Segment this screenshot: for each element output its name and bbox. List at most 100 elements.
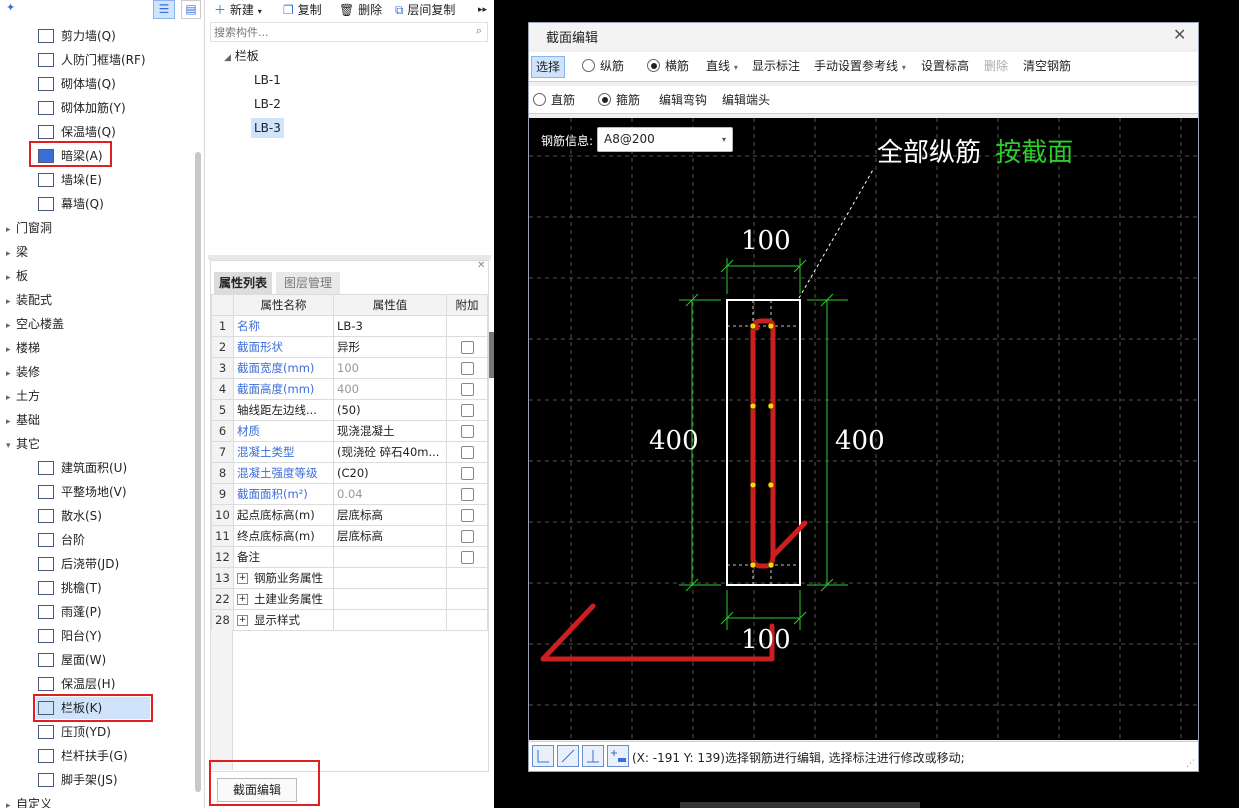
tree-category-beam[interactable]: ▸ 梁 <box>6 241 28 263</box>
tree-item-coping[interactable]: 压顶(YD) <box>38 721 111 743</box>
select-button[interactable]: 选择 <box>531 56 566 78</box>
attach-checkbox[interactable] <box>460 530 474 543</box>
edit-section-button[interactable]: 截面编辑 <box>217 778 297 802</box>
property-value-cell[interactable]: (C20) <box>333 462 447 484</box>
tree-item-masonry-wall[interactable]: 砌体墙(Q) <box>38 73 116 95</box>
property-value-cell[interactable]: 现浇混凝土 <box>333 420 447 442</box>
tree-category-slab[interactable]: ▸ 板 <box>6 265 28 287</box>
tree-category-custom[interactable]: ▸ 自定义 <box>6 793 52 808</box>
left-tree-scrollbar[interactable] <box>195 152 201 792</box>
table-row[interactable]: 12 备注 <box>211 546 488 568</box>
expand-plus-icon[interactable]: + <box>237 615 248 626</box>
copy-button[interactable]: ❐ 复制 <box>283 0 322 20</box>
component-item-selected[interactable]: LB-3 <box>251 118 284 138</box>
property-value-cell[interactable]: LB-3 <box>333 315 447 337</box>
table-row[interactable]: 6 材质 现浇混凝土 <box>211 420 488 442</box>
detail-view-icon[interactable]: ▤ <box>181 0 201 19</box>
attach-checkbox[interactable] <box>460 509 474 522</box>
radio-transverse[interactable]: 横筋 <box>647 55 689 77</box>
tree-item-shear-wall[interactable]: 剪力墙(Q) <box>38 25 116 47</box>
tree-item-scaffold[interactable]: 脚手架(JS) <box>38 769 118 791</box>
tree-category-decoration[interactable]: ▸ 装修 <box>6 361 40 383</box>
more-tools-icon[interactable]: ▸▸ <box>478 0 487 20</box>
attach-checkbox[interactable] <box>460 362 474 375</box>
property-value-cell[interactable]: (现浇砼 碎石40m... <box>333 441 447 463</box>
tree-item-steps[interactable]: 台阶 <box>38 529 85 551</box>
rebar-info-dropdown[interactable]: A8@200 ▾ <box>597 127 733 152</box>
close-icon[interactable]: ✕ <box>1173 25 1186 44</box>
tree-item-hidden-beam[interactable]: 暗梁(A) <box>38 145 103 167</box>
clear-rebar-button[interactable]: 清空钢筋 <box>1023 55 1071 77</box>
attach-checkbox[interactable] <box>460 383 474 396</box>
table-row[interactable]: 4 截面高度(mm) 400 <box>211 378 488 400</box>
edit-hook-button[interactable]: 编辑弯钩 <box>659 89 707 111</box>
delete-button[interactable]: 🗑 删除 <box>339 0 382 20</box>
attach-checkbox[interactable] <box>460 425 474 438</box>
tree-category-hollow-floor[interactable]: ▸ 空心楼盖 <box>6 313 64 335</box>
table-row[interactable]: 7 混凝土类型 (现浇砼 碎石40m... <box>211 441 488 463</box>
property-value-cell[interactable]: 层底标高 <box>333 525 447 547</box>
tree-item-masonry-rebar[interactable]: 砌体加筋(Y) <box>38 97 126 119</box>
table-row[interactable]: 8 混凝土强度等级 (C20) <box>211 462 488 484</box>
tree-item-apron[interactable]: 散水(S) <box>38 505 102 527</box>
tab-layer-management[interactable]: 图层管理 <box>276 272 340 294</box>
tree-item-building-area[interactable]: 建筑面积(U) <box>38 457 127 479</box>
tree-item-roof[interactable]: 屋面(W) <box>38 649 106 671</box>
search-icon[interactable]: ⌕ <box>476 24 482 38</box>
table-row[interactable]: 28 + 显示样式 <box>211 609 488 631</box>
show-dims-button[interactable]: 显示标注 <box>752 55 800 77</box>
table-row[interactable]: 11 终点底标高(m) 层底标高 <box>211 525 488 547</box>
section-drawing-canvas[interactable]: 钢筋信息: 全部纵筋 按截面 100 100 400 400 <box>529 118 1198 740</box>
radio-longitudinal[interactable]: 纵筋 <box>582 55 624 77</box>
table-row[interactable]: 2 截面形状 异形 <box>211 336 488 358</box>
component-item[interactable]: LB-1 <box>254 70 281 90</box>
tree-item-cornice[interactable]: 挑檐(T) <box>38 577 102 599</box>
tree-item-balcony[interactable]: 阳台(Y) <box>38 625 102 647</box>
list-view-icon[interactable]: ☰ <box>153 0 175 19</box>
tab-property-list[interactable]: 属性列表 <box>214 272 272 294</box>
tree-item-curtain-wall[interactable]: 幕墙(Q) <box>38 193 104 215</box>
longitudinal-rebar-point[interactable] <box>767 322 775 330</box>
attach-checkbox[interactable] <box>460 488 474 501</box>
dim-label-top[interactable]: 100 <box>741 226 791 256</box>
tree-category-earthwork[interactable]: ▸ 土方 <box>6 385 40 407</box>
property-value-cell[interactable]: 100 <box>333 357 447 379</box>
dim-label-bottom[interactable]: 100 <box>741 625 791 655</box>
line-dropdown[interactable]: 直线 ▾ <box>706 55 738 77</box>
tree-category-other[interactable]: ▾ 其它 <box>6 433 40 455</box>
table-row[interactable]: 1 名称 LB-3 <box>211 315 488 337</box>
property-value-cell[interactable]: 层底标高 <box>333 504 447 526</box>
tree-item-insulation-wall[interactable]: 保温墙(Q) <box>38 121 116 143</box>
tree-item-post-cast-strip[interactable]: 后浇带(JD) <box>38 553 119 575</box>
tree-item-wall-pier[interactable]: 墙垛(E) <box>38 169 102 191</box>
property-value-cell[interactable] <box>333 546 447 568</box>
longitudinal-rebar-point[interactable] <box>749 481 757 489</box>
tree-category-stairs[interactable]: ▸ 楼梯 <box>6 337 40 359</box>
tree-item-insulation-layer[interactable]: 保温层(H) <box>38 673 115 695</box>
property-value-cell[interactable]: (50) <box>333 399 447 421</box>
longitudinal-rebar-point[interactable] <box>767 402 775 410</box>
resize-grip-icon[interactable]: ⋰ <box>1186 759 1195 769</box>
property-value-cell[interactable] <box>333 609 447 631</box>
longitudinal-rebar-point[interactable] <box>767 561 775 569</box>
edit-end-button[interactable]: 编辑端头 <box>722 89 770 111</box>
property-value-cell[interactable]: 异形 <box>333 336 447 358</box>
table-row[interactable]: 9 截面面积(m²) 0.04 <box>211 483 488 505</box>
attach-checkbox[interactable] <box>460 341 474 354</box>
longitudinal-rebar-point[interactable] <box>749 561 757 569</box>
property-value-cell[interactable] <box>333 588 447 610</box>
dim-label-left[interactable]: 400 <box>649 426 699 456</box>
property-value-cell[interactable]: 400 <box>333 378 447 400</box>
attach-checkbox[interactable] <box>460 467 474 480</box>
longitudinal-rebar-point[interactable] <box>749 322 757 330</box>
expand-plus-icon[interactable]: + <box>237 594 248 605</box>
tree-category-prefab[interactable]: ▸ 装配式 <box>6 289 52 311</box>
tree-category-foundation[interactable]: ▸ 基础 <box>6 409 40 431</box>
table-row[interactable]: 3 截面宽度(mm) 100 <box>211 357 488 379</box>
diagonal-mode-icon[interactable] <box>557 745 579 767</box>
pin-icon[interactable]: ✦ <box>6 1 15 14</box>
table-row[interactable]: 13 + 钢筋业务属性 <box>211 567 488 589</box>
manual-ref-line-dropdown[interactable]: 手动设置参考线 ▾ <box>814 55 906 77</box>
tree-item-railing[interactable]: 栏杆扶手(G) <box>38 745 128 767</box>
radio-stirrup[interactable]: 箍筋 <box>598 89 640 111</box>
